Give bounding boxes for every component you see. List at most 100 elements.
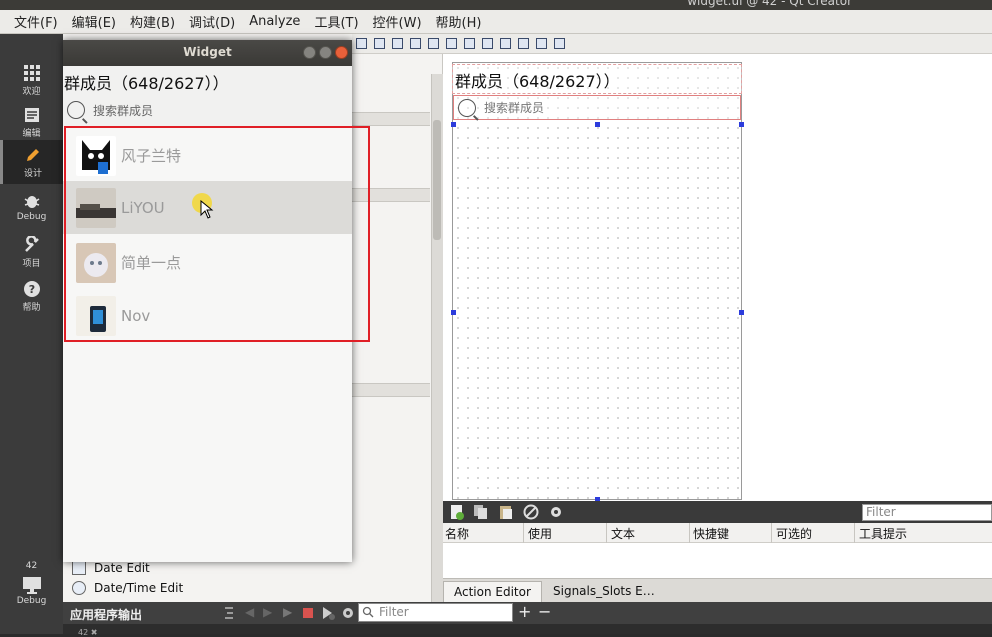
debug-run-icon[interactable] (321, 606, 335, 620)
menubar: 文件(F) 编辑(E) 构建(B) 调试(D) Analyze 工具(T) 控件… (0, 10, 992, 34)
tb-edit-signals-icon[interactable] (374, 38, 385, 49)
tb-edit-tab-order-icon[interactable] (410, 38, 421, 49)
widget-box-item[interactable]: Date/Time Edit (72, 578, 183, 598)
bug-icon (24, 196, 39, 208)
help-icon: ? (23, 281, 40, 297)
date-edit-icon (72, 561, 86, 575)
widget-box-item-label: Date Edit (94, 561, 150, 575)
col-name[interactable]: 名称 (445, 525, 469, 542)
menu-build[interactable]: 构建(B) (130, 12, 175, 31)
tb-break-layout-icon[interactable] (536, 38, 547, 49)
kit-label: 42 (25, 561, 38, 571)
datetime-edit-icon (72, 581, 86, 595)
tb-adjust-size-icon[interactable] (554, 38, 565, 49)
tab-action-editor[interactable]: Action Editor (443, 581, 542, 602)
tb-split-horizontal-icon[interactable] (464, 38, 475, 49)
member-search-placeholder: 搜索群成员 (93, 103, 154, 118)
prev-icon[interactable]: ◀ (245, 605, 254, 619)
close-icon[interactable] (335, 46, 348, 59)
tb-layout-horizontal-icon[interactable] (428, 38, 439, 49)
col-shortcut[interactable]: 快捷键 (693, 525, 729, 542)
monitor-icon (22, 577, 41, 594)
pencil-icon (27, 149, 39, 161)
form-header-label[interactable]: 群成员（648/2627）） (452, 64, 742, 94)
member-search-field[interactable]: 搜索群成员 (63, 96, 352, 124)
wrench-icon (24, 236, 39, 252)
column-divider (606, 523, 607, 543)
column-divider (854, 523, 855, 543)
tb-layout-grid-icon[interactable] (518, 38, 529, 49)
window-title-strip: widget.ui @ 42 - Qt Creator (0, 0, 992, 10)
new-action-icon[interactable] (450, 504, 465, 520)
designer-toolbar (352, 34, 992, 54)
grid-icon (23, 65, 40, 81)
mode-welcome[interactable]: 欢迎 (0, 58, 63, 98)
mode-help[interactable]: ? 帮助 (0, 274, 63, 314)
member-count-header: 群成员（648/2627）） (64, 74, 229, 93)
col-used[interactable]: 使用 (528, 525, 552, 542)
kit-mode-label: Debug (16, 596, 47, 606)
resize-handle[interactable] (595, 122, 600, 127)
tb-split-vertical-icon[interactable] (482, 38, 493, 49)
tb-layout-vertical-icon[interactable] (446, 38, 457, 49)
menu-edit[interactable]: 编辑(E) (72, 12, 116, 31)
document-icon (24, 108, 39, 122)
menu-analyze[interactable]: Analyze (249, 14, 300, 29)
copy-icon[interactable] (473, 504, 488, 520)
remove-icon[interactable]: − (538, 602, 551, 621)
maximize-icon[interactable] (319, 46, 332, 59)
column-divider (523, 523, 524, 543)
mode-projects-label: 项目 (22, 259, 41, 269)
col-tooltip[interactable]: 工具提示 (859, 525, 907, 542)
form-search-field[interactable]: 搜索群成员 (453, 95, 741, 120)
paste-icon[interactable] (498, 504, 513, 520)
gear-icon[interactable] (341, 606, 355, 620)
output-pane-bar: ◀ ▶ ▶ + − (63, 602, 992, 624)
widget-box-category[interactable] (350, 383, 430, 397)
kit-selector[interactable]: 42 Debug (0, 558, 63, 628)
resize-handle[interactable] (451, 310, 456, 315)
widget-box-category[interactable] (350, 112, 430, 126)
gear-icon[interactable] (548, 504, 564, 520)
mode-debug-label: Debug (16, 212, 47, 222)
resize-handle[interactable] (739, 122, 744, 127)
action-filter-input[interactable]: Filter (862, 504, 992, 521)
stop-icon[interactable] (303, 608, 313, 618)
menu-tools[interactable]: 工具(T) (314, 12, 358, 31)
mode-design-label: 设计 (23, 169, 42, 179)
minimize-icon[interactable] (303, 46, 316, 59)
tb-layout-form-icon[interactable] (500, 38, 511, 49)
mouse-cursor-icon (200, 200, 214, 219)
resize-handle[interactable] (451, 122, 456, 127)
menu-debug[interactable]: 调试(D) (189, 12, 235, 31)
menu-help[interactable]: 帮助(H) (436, 12, 482, 31)
col-text[interactable]: 文本 (611, 525, 635, 542)
menu-file[interactable]: 文件(F) (14, 12, 58, 31)
form-preview[interactable] (452, 62, 742, 500)
mode-edit-label: 编辑 (22, 129, 41, 139)
form-search-placeholder: 搜索群成员 (484, 101, 545, 115)
mode-debug[interactable]: Debug (0, 186, 63, 226)
mode-projects[interactable]: 项目 (0, 230, 63, 270)
tb-edit-buddies-icon[interactable] (392, 38, 403, 49)
output-filter-input[interactable]: Filter (358, 603, 513, 622)
column-divider (771, 523, 772, 543)
delete-icon[interactable] (523, 504, 539, 520)
action-table-body[interactable] (443, 543, 992, 578)
attach-icon[interactable] (223, 606, 235, 620)
scrollbar-thumb[interactable] (433, 120, 441, 240)
mode-design[interactable]: 设计 (0, 140, 63, 184)
tab-signals-slots-editor[interactable]: Signals_Slots E… (543, 581, 665, 602)
output-tab-label[interactable]: 42 ✖ (78, 628, 97, 637)
mode-edit[interactable]: 编辑 (0, 100, 63, 140)
menu-widgets[interactable]: 控件(W) (373, 12, 422, 31)
add-icon[interactable]: + (518, 602, 531, 621)
mode-welcome-label: 欢迎 (22, 87, 41, 97)
widget-box-item-label: Date/Time Edit (94, 581, 184, 595)
tb-edit-widgets-icon[interactable] (356, 38, 367, 49)
svg-text:?: ? (28, 283, 34, 296)
next-icon[interactable]: ▶ (263, 605, 272, 619)
col-checkable[interactable]: 可选的 (776, 525, 812, 542)
run-icon[interactable]: ▶ (283, 605, 292, 619)
resize-handle[interactable] (739, 310, 744, 315)
